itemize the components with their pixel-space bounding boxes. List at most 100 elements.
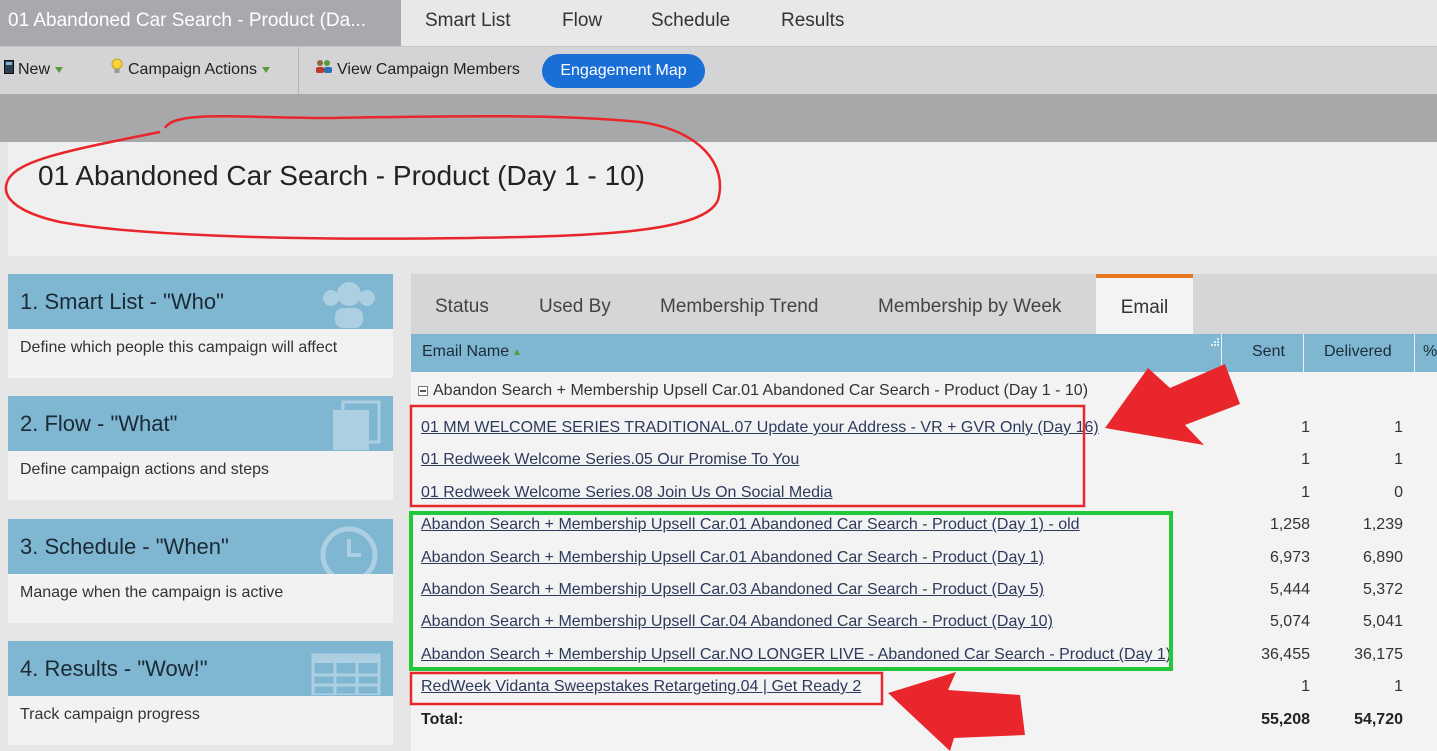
toolbar-divider xyxy=(298,47,299,95)
delivered-value: 36,175 xyxy=(1354,646,1403,663)
column-email-name-label: Email Name xyxy=(422,343,510,360)
people-group-icon xyxy=(315,47,333,93)
tab-status[interactable]: Status xyxy=(435,274,489,334)
table-row: 01 Redweek Welcome Series.05 Our Promise… xyxy=(411,444,1437,476)
top-tab-bar: 01 Abandoned Car Search - Product (Da...… xyxy=(0,0,1437,46)
table-row: Abandon Search + Membership Upsell Car.0… xyxy=(411,542,1437,574)
card-description: Define campaign actions and steps xyxy=(8,451,393,500)
table-row: Abandon Search + Membership Upsell Car.0… xyxy=(411,574,1437,606)
column-percent[interactable]: % xyxy=(1423,334,1437,372)
column-email-name[interactable]: Email Name xyxy=(422,334,521,372)
sent-value: 1 xyxy=(1301,419,1310,436)
smart-list-card[interactable]: 1. Smart List - "Who" Define which peopl… xyxy=(8,274,393,378)
card-title: 4. Results - "Wow!" xyxy=(8,641,393,696)
total-row: Total: 55,208 54,720 xyxy=(411,704,1437,736)
card-description: Define which people this campaign will a… xyxy=(8,329,393,378)
card-title: 1. Smart List - "Who" xyxy=(8,274,393,329)
delivered-value: 5,041 xyxy=(1362,613,1403,630)
group-label: Abandon Search + Membership Upsell Car.0… xyxy=(433,382,1089,399)
delivered-value: 6,890 xyxy=(1362,549,1403,566)
card-title-text: 3. Schedule - "When" xyxy=(20,534,229,559)
page-title: 01 Abandoned Car Search - Product (Day 1… xyxy=(38,160,646,191)
email-name-link[interactable]: 01 Redweek Welcome Series.05 Our Promise… xyxy=(421,444,799,476)
email-name-link[interactable]: Abandon Search + Membership Upsell Car.0… xyxy=(421,574,1044,606)
tab-used-by[interactable]: Used By xyxy=(539,274,611,334)
card-title-text: 1. Smart List - "Who" xyxy=(20,289,224,314)
tab-membership-trend[interactable]: Membership Trend xyxy=(660,274,818,334)
column-separator xyxy=(1303,334,1304,372)
chevron-down-icon xyxy=(55,66,64,73)
table-row: 01 MM WELCOME SERIES TRADITIONAL.07 Upda… xyxy=(411,412,1437,444)
people-icon xyxy=(323,282,375,328)
new-menu-button[interactable]: New xyxy=(4,47,64,95)
table-row: Abandon Search + Membership Upsell Car.0… xyxy=(411,606,1437,638)
sort-ascending-icon xyxy=(514,348,521,355)
tab-flow[interactable]: Flow xyxy=(562,0,602,42)
email-name-link[interactable]: Abandon Search + Membership Upsell Car.N… xyxy=(421,639,1171,671)
view-campaign-members-button[interactable]: View Campaign Members xyxy=(315,47,520,95)
card-title: 3. Schedule - "When" xyxy=(8,519,393,574)
sent-value: 36,455 xyxy=(1261,646,1310,663)
table-grid-icon xyxy=(311,653,381,695)
email-name-link[interactable]: 01 MM WELCOME SERIES TRADITIONAL.07 Upda… xyxy=(421,412,1099,444)
campaign-title-tab[interactable]: 01 Abandoned Car Search - Product (Da... xyxy=(0,0,401,46)
table-row: Abandon Search + Membership Upsell Car.N… xyxy=(411,639,1437,671)
clock-icon xyxy=(320,526,378,574)
card-title-text: 4. Results - "Wow!" xyxy=(20,656,208,681)
tab-results[interactable]: Results xyxy=(781,0,844,42)
tab-membership-by-week[interactable]: Membership by Week xyxy=(878,274,1061,334)
campaign-actions-menu-button[interactable]: Campaign Actions xyxy=(110,47,270,95)
group-row[interactable]: Abandon Search + Membership Upsell Car.0… xyxy=(411,376,1088,406)
results-panel: Status Used By Membership Trend Membersh… xyxy=(411,274,1437,751)
total-label: Total: xyxy=(421,711,464,728)
delivered-value: 1 xyxy=(1394,451,1403,468)
email-name-link[interactable]: Abandon Search + Membership Upsell Car.0… xyxy=(421,542,1044,574)
lightbulb-icon xyxy=(110,47,124,93)
page-heading-area: 01 Abandoned Car Search - Product (Day 1… xyxy=(8,142,1437,256)
campaign-actions-label: Campaign Actions xyxy=(128,61,257,78)
card-title: 2. Flow - "What" xyxy=(8,396,393,451)
sent-value: 5,074 xyxy=(1269,613,1310,630)
table-row: 01 Redweek Welcome Series.08 Join Us On … xyxy=(411,477,1437,509)
card-description: Manage when the campaign is active xyxy=(8,574,393,623)
total-delivered: 54,720 xyxy=(1354,711,1403,728)
sent-value: 6,973 xyxy=(1269,549,1310,566)
sent-value: 1 xyxy=(1301,678,1310,695)
delivered-value: 1,239 xyxy=(1362,516,1403,533)
column-sent[interactable]: Sent xyxy=(1252,334,1285,372)
column-resize-grip-icon[interactable] xyxy=(1210,337,1220,347)
column-separator xyxy=(1221,334,1222,372)
table-header: Email Name Sent Delivered % xyxy=(411,334,1437,372)
table-row: RedWeek Vidanta Sweepstakes Retargeting.… xyxy=(411,671,1437,703)
email-name-link[interactable]: RedWeek Vidanta Sweepstakes Retargeting.… xyxy=(421,671,861,703)
new-label: New xyxy=(18,61,51,78)
delivered-value: 1 xyxy=(1394,678,1403,695)
stacked-pages-icon xyxy=(333,400,381,450)
table-row: Abandon Search + Membership Upsell Car.0… xyxy=(411,509,1437,541)
card-title-text: 2. Flow - "What" xyxy=(20,411,178,436)
email-name-link[interactable]: 01 Redweek Welcome Series.08 Join Us On … xyxy=(421,477,832,509)
toolbar: New Campaign Actions View Campaign Membe… xyxy=(0,46,1437,95)
column-delivered[interactable]: Delivered xyxy=(1324,334,1392,372)
email-name-link[interactable]: Abandon Search + Membership Upsell Car.0… xyxy=(421,509,1080,541)
sent-value: 1 xyxy=(1301,484,1310,501)
collapse-icon[interactable] xyxy=(418,386,428,396)
delivered-value: 5,372 xyxy=(1362,581,1403,598)
results-card[interactable]: 4. Results - "Wow!" Track campaign progr… xyxy=(8,641,393,745)
column-separator xyxy=(1414,334,1415,372)
delivered-value: 1 xyxy=(1394,419,1403,436)
flow-card[interactable]: 2. Flow - "What" Define campaign actions… xyxy=(8,396,393,500)
card-description: Track campaign progress xyxy=(8,696,393,745)
email-name-link[interactable]: Abandon Search + Membership Upsell Car.0… xyxy=(421,606,1053,638)
view-members-label: View Campaign Members xyxy=(337,61,520,78)
schedule-card[interactable]: 3. Schedule - "When" Manage when the cam… xyxy=(8,519,393,623)
tab-email[interactable]: Email xyxy=(1096,274,1193,334)
chevron-down-icon xyxy=(261,66,270,73)
new-document-icon xyxy=(4,47,14,93)
tab-smart-list[interactable]: Smart List xyxy=(425,0,511,42)
sent-value: 5,444 xyxy=(1269,581,1310,598)
delivered-value: 0 xyxy=(1394,484,1403,501)
engagement-map-button[interactable]: Engagement Map xyxy=(542,54,705,88)
sent-value: 1,258 xyxy=(1269,516,1310,533)
tab-schedule[interactable]: Schedule xyxy=(651,0,730,42)
